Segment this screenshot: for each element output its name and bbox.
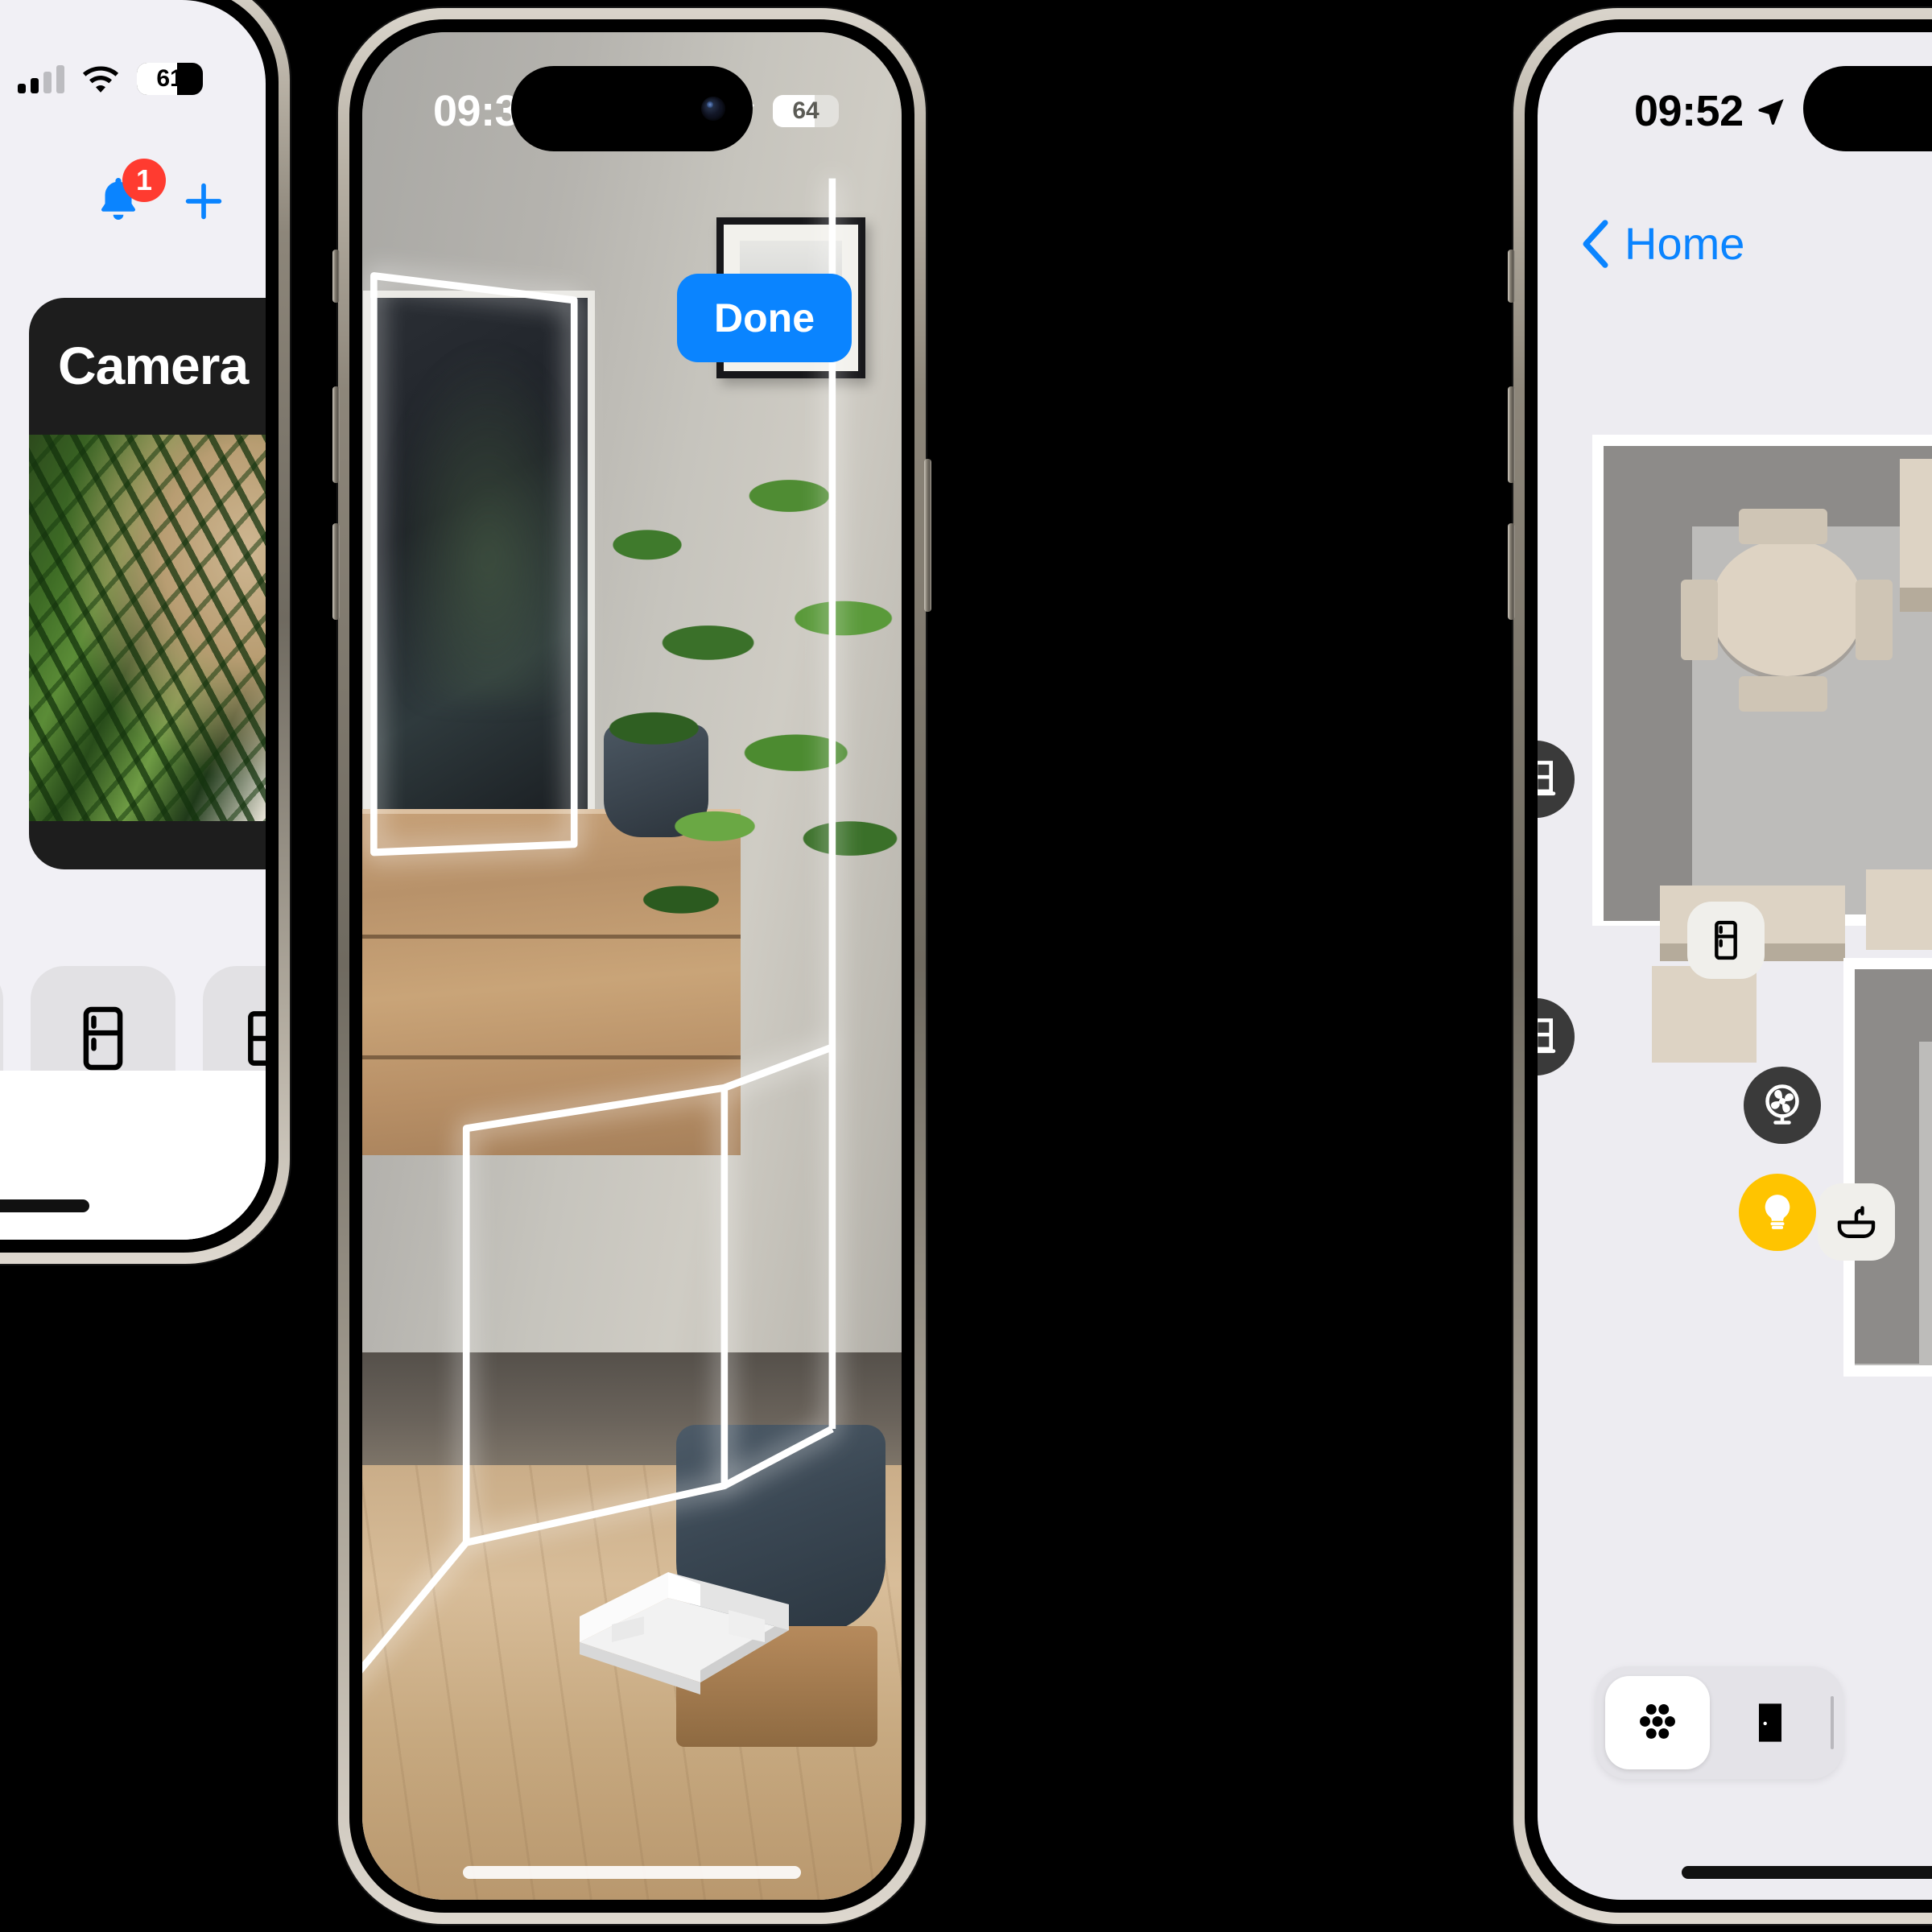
home-indicator-right[interactable] — [1681, 1866, 1932, 1879]
mute-switch[interactable] — [332, 250, 340, 303]
fan-icon — [1765, 1084, 1799, 1125]
fan-badge[interactable] — [1744, 1067, 1821, 1144]
phone-middle-bezel: 09:37 64 Done — [349, 19, 914, 1913]
chair — [1856, 580, 1893, 660]
home-header: 1 — [0, 153, 266, 250]
phone-middle: 09:37 64 Done — [332, 8, 931, 1924]
screenshot-stage: 61 1 Camera 09:37 64 Done 09:52 Home — [0, 0, 1932, 1932]
chair — [1681, 580, 1718, 660]
tab-accessories[interactable] — [1605, 1676, 1710, 1769]
lower-cabinet — [1652, 966, 1757, 1063]
dynamic-island-middle — [511, 66, 753, 151]
status-bar-left: 61 — [0, 0, 266, 121]
camera-card-title: Camera — [58, 336, 249, 395]
mute-switch[interactable] — [1508, 250, 1515, 303]
fridge-badge[interactable] — [1687, 902, 1765, 979]
floorplan-map[interactable] — [1538, 32, 1932, 1900]
lightbulb-icon — [1765, 1195, 1790, 1229]
home-header-actions: 1 — [92, 158, 229, 230]
phone-left-screen: 61 1 Camera — [0, 0, 266, 1240]
bottom-sheet — [0, 1071, 266, 1240]
bottom-tab-bar — [1596, 1666, 1843, 1779]
back-label: Home — [1624, 218, 1745, 269]
chair — [1739, 676, 1827, 712]
fridge-icon — [83, 1006, 123, 1071]
back-to-home-button[interactable]: Home — [1579, 217, 1744, 270]
tab-rooms[interactable] — [1718, 1676, 1823, 1769]
volume-up-button[interactable] — [332, 386, 340, 483]
front-camera-lens-icon — [701, 97, 725, 121]
fridge-icon — [1715, 920, 1737, 960]
status-right-left: 61 — [18, 63, 203, 95]
tab-separator — [1831, 1696, 1834, 1749]
home-indicator-middle[interactable] — [463, 1866, 801, 1879]
home-indicator-left[interactable] — [0, 1199, 89, 1212]
window-badge-1[interactable] — [1538, 741, 1575, 818]
volume-down-button[interactable] — [1508, 523, 1515, 620]
notification-badge: 1 — [122, 158, 166, 202]
ar-3d-room-model[interactable] — [564, 1521, 805, 1699]
cards-row: Camera — [0, 298, 266, 869]
accessories-grid-icon — [1640, 1704, 1675, 1739]
phone-right-screen: 09:52 Home — [1538, 32, 1932, 1900]
plus-icon[interactable] — [179, 176, 229, 226]
door-icon — [1758, 1703, 1782, 1742]
window-icon — [1538, 761, 1556, 796]
camera-preview-image — [29, 435, 266, 821]
dynamic-island-right — [1803, 66, 1932, 151]
counter — [1900, 459, 1932, 588]
volume-down-button[interactable] — [332, 523, 340, 620]
volume-up-button[interactable] — [1508, 386, 1515, 483]
dining-table — [1711, 539, 1864, 676]
phone-middle-screen: 09:37 64 Done — [362, 32, 902, 1900]
phone-left: 61 1 Camera — [0, 0, 290, 1264]
phone-left-bezel: 61 1 Camera — [0, 0, 279, 1253]
sink-icon — [1837, 1206, 1876, 1238]
cellular-bars-icon — [18, 64, 64, 93]
done-button[interactable]: Done — [677, 274, 852, 362]
sink-badge[interactable] — [1818, 1183, 1895, 1261]
camera-card[interactable]: Camera — [29, 298, 266, 869]
phone-right: 09:52 Home — [1508, 8, 1932, 1924]
power-button[interactable] — [924, 459, 931, 612]
furniture-icon — [248, 1011, 266, 1066]
notifications-button[interactable]: 1 — [92, 158, 166, 230]
window-icon — [1538, 1018, 1556, 1054]
phone-right-bezel: 09:52 Home — [1525, 19, 1932, 1913]
chair — [1739, 509, 1827, 544]
chevron-left-icon — [1583, 219, 1608, 268]
wifi-icon — [82, 66, 119, 93]
light-badge[interactable] — [1739, 1174, 1816, 1251]
battery-indicator-left: 61 — [137, 63, 203, 95]
window-badge-2[interactable] — [1538, 998, 1575, 1075]
cabinet — [1866, 869, 1932, 950]
